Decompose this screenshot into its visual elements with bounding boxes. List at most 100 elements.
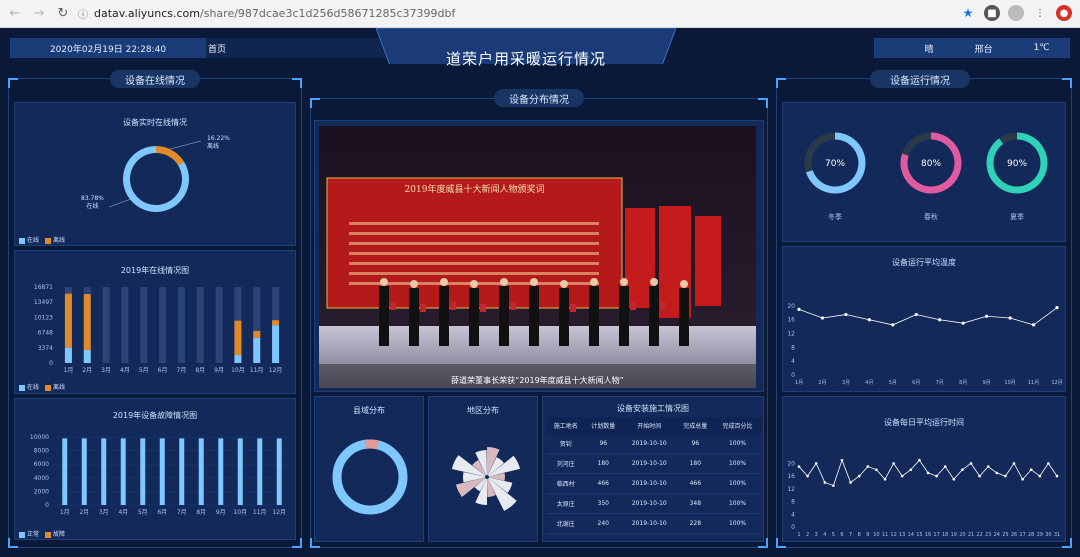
banner-title: 2019年度威县十大新闻人物颁奖词 — [404, 185, 545, 195]
x-tick: 29 — [1037, 532, 1043, 538]
x-tick: 4月 — [118, 509, 128, 516]
x-tick: 4月 — [120, 367, 130, 374]
x-tick: 3月 — [842, 380, 850, 386]
season-rings-panel: 70% 冬季 80% 春秋 90% 夏季 — [782, 102, 1066, 242]
x-tick: 6月 — [912, 380, 920, 386]
x-tick: 6月 — [158, 367, 168, 374]
browser-toolbar: ← → ↻ ⓘ datav.aliyuncs.com/share/987dcae… — [0, 0, 1080, 28]
data-point — [832, 484, 835, 487]
address-bar[interactable]: ⓘ datav.aliyuncs.com/share/987dcae3c1d25… — [78, 6, 455, 21]
table-row: 贺钊 96 2019-10-10 96 100% — [547, 434, 761, 454]
x-tick: 17 — [933, 532, 939, 538]
table-cell: 96 — [584, 434, 623, 454]
x-tick: 26 — [1011, 532, 1017, 538]
x-tick: 6 — [840, 532, 843, 538]
data-point — [1012, 462, 1016, 465]
bar-normal — [62, 438, 68, 505]
table-cell: 100% — [714, 513, 761, 534]
data-point — [797, 307, 801, 311]
x-tick: 9 — [866, 532, 869, 538]
online-legend: 在线 离线 — [19, 235, 65, 244]
bar-normal — [101, 438, 107, 505]
ring-percent: 70% — [825, 159, 845, 169]
x-tick: 8 — [858, 532, 861, 538]
extension-icon[interactable]: ■ — [984, 5, 1000, 21]
bar-online — [253, 337, 261, 363]
x-tick: 4月 — [865, 380, 873, 386]
x-tick: 7 — [849, 532, 852, 538]
data-point — [823, 481, 827, 484]
legend-offline: 离线 — [53, 237, 66, 244]
bar-normal — [198, 438, 204, 505]
data-point — [926, 471, 930, 475]
table-cell: 100% — [714, 434, 761, 454]
table-row: 刘河庄 180 2019-10-10 180 100% — [547, 453, 761, 474]
table-header: 完成总量 — [676, 417, 715, 434]
table-cell: 2019-10-10 — [622, 453, 677, 474]
y-tick: 0 — [45, 502, 49, 509]
city-text: 邢台 — [974, 44, 993, 55]
bar-normal — [140, 438, 146, 505]
bar-online — [234, 354, 242, 363]
table-row: 太原庄 350 2019-10-10 348 100% — [547, 493, 761, 514]
data-point — [1031, 323, 1036, 327]
bar-normal — [81, 438, 87, 505]
menu-dots-icon[interactable]: ⋮ — [1032, 5, 1048, 21]
monthly-legend: 在线 离线 — [19, 382, 65, 391]
avatar[interactable] — [1008, 5, 1024, 21]
y-tick: 6000 — [34, 461, 49, 468]
notification-icon[interactable]: ● — [1056, 5, 1072, 21]
data-point — [1029, 468, 1033, 472]
x-tick: 30 — [1045, 532, 1051, 538]
y-tick: 10000 — [30, 434, 49, 441]
bar-offline — [64, 293, 72, 348]
x-tick: 15 — [916, 532, 922, 538]
info-icon[interactable]: ⓘ — [78, 6, 88, 21]
bar-normal — [237, 438, 243, 505]
bar-normal — [179, 438, 185, 505]
y-tick: 10123 — [34, 314, 53, 321]
x-tick: 1 — [797, 532, 800, 538]
x-tick: 21 — [968, 532, 974, 538]
table-cell: 2019-10-10 — [622, 493, 677, 514]
table-cell: 240 — [584, 513, 623, 534]
season-ring: 90% — [986, 132, 1048, 194]
table-cell: 180 — [676, 453, 715, 474]
arrow-right-icon[interactable]: → — [30, 5, 48, 23]
x-tick: 28 — [1028, 532, 1034, 538]
construction-table-wrap: 施工地名 计划数量 开始时间 完成总量 完成百分比 贺钊 96 2019-10-10 96 10… — [547, 417, 761, 534]
data-point — [866, 465, 870, 468]
arrow-left-icon[interactable]: ← — [6, 5, 24, 23]
x-tick: 5 — [832, 532, 835, 538]
x-tick: 1月 — [64, 367, 74, 374]
x-tick: 16 — [925, 532, 931, 538]
center-section-title: 设备分布情况 — [494, 89, 584, 107]
data-point — [1055, 474, 1059, 478]
data-point — [961, 321, 965, 325]
legend-online: 在线 — [27, 237, 40, 244]
region-panel: 地区分布 — [428, 396, 538, 542]
x-tick: 7月 — [177, 367, 187, 374]
x-tick: 3月 — [101, 367, 111, 374]
table-cell: 2019-10-10 — [622, 513, 677, 534]
x-tick: 7月 — [936, 380, 944, 386]
table-cell: 100% — [714, 453, 761, 474]
weather-bar: 晴 邢台 1℃ — [874, 38, 1070, 58]
x-tick: 10月 — [233, 509, 247, 516]
online-pie — [108, 140, 202, 212]
x-tick: 1月 — [60, 509, 70, 516]
star-icon[interactable]: ★ — [960, 5, 976, 21]
table-header: 施工地名 — [547, 417, 585, 434]
x-tick: 27 — [1019, 532, 1025, 538]
x-tick: 9月 — [214, 367, 224, 374]
x-tick: 13 — [899, 532, 905, 538]
ring-label: 冬季 — [828, 212, 842, 221]
bar-normal — [257, 438, 263, 505]
data-point — [892, 462, 895, 465]
table-row: 北谢庄 240 2019-10-10 228 100% — [547, 513, 761, 534]
data-point — [985, 314, 989, 318]
table-cell: 228 — [676, 513, 715, 534]
data-point — [1038, 474, 1042, 478]
page-title: 道荣户用采暖运行情况 — [445, 50, 606, 68]
reload-icon[interactable]: ↻ — [54, 5, 72, 23]
